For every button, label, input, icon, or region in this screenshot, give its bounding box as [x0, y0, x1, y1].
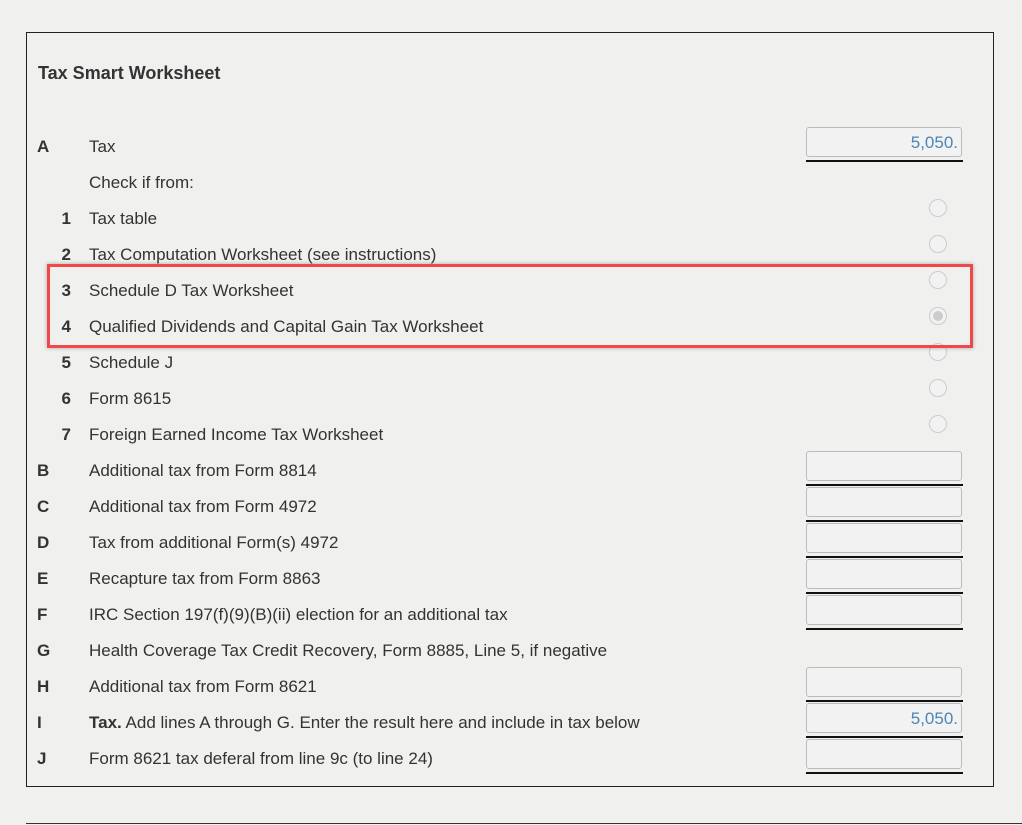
amount-input[interactable]: 5,050. — [806, 703, 962, 733]
amount-input[interactable] — [806, 487, 962, 517]
line-label: Tax Computation Worksheet (see instructi… — [89, 245, 436, 265]
worksheet-row: D Tax from additional Form(s) 4972 — [27, 523, 993, 560]
line-letter: C — [37, 497, 50, 516]
worksheet-row: 5 Schedule J — [27, 343, 993, 380]
line-label-text: Health Coverage Tax Credit Recovery, For… — [89, 641, 608, 660]
line-label-text: Schedule J — [89, 353, 174, 372]
amount-input[interactable] — [806, 451, 962, 481]
option-radio[interactable] — [929, 199, 947, 217]
line-label: Additional tax from Form 4972 — [89, 497, 317, 517]
line-label-text: Tax — [89, 137, 116, 156]
amount-underline — [806, 592, 963, 594]
line-letter: G — [37, 641, 51, 660]
worksheet-row: F IRC Section 197(f)(9)(B)(ii) election f… — [27, 595, 993, 632]
line-label: Form 8621 tax deferal from line 9c (to l… — [89, 749, 433, 769]
amount-underline — [806, 628, 963, 630]
amount-underline — [806, 556, 963, 558]
line-label-text: Additional tax from Form 8814 — [89, 461, 317, 480]
worksheet-row: I Tax. Add lines A through G. Enter the r… — [27, 703, 993, 740]
amount-input[interactable] — [806, 739, 962, 769]
worksheet-row: J Form 8621 tax deferal from line 9c (to … — [27, 739, 993, 776]
line-letter: E — [37, 569, 49, 588]
line-label: Tax. Add lines A through G. Enter the re… — [89, 713, 640, 733]
worksheet-row: 6 Form 8615 — [27, 379, 993, 416]
option-radio[interactable] — [929, 379, 947, 397]
option-number: 7 — [61, 425, 71, 444]
divider — [26, 823, 1022, 824]
line-letter: A — [37, 137, 50, 156]
amount-input[interactable] — [806, 595, 962, 625]
line-letter: J — [37, 749, 47, 768]
line-label-text: Additional tax from Form 8621 — [89, 677, 317, 696]
line-label-text: IRC Section 197(f)(9)(B)(ii) election fo… — [89, 605, 508, 624]
amount-input[interactable] — [806, 523, 962, 553]
line-label: Foreign Earned Income Tax Worksheet — [89, 425, 383, 445]
line-label: Additional tax from Form 8814 — [89, 461, 317, 481]
line-label-bold: Tax. — [89, 713, 122, 732]
highlight-annotation-box — [47, 264, 973, 348]
worksheet-row: Check if from: — [27, 164, 993, 200]
worksheet-row: C Additional tax from Form 4972 — [27, 487, 993, 524]
line-label-text: Foreign Earned Income Tax Worksheet — [89, 425, 384, 444]
amount-underline — [806, 772, 963, 774]
option-radio[interactable] — [929, 415, 947, 433]
amount-underline — [806, 520, 963, 522]
line-label-text: Tax table — [89, 209, 158, 228]
line-letter: B — [37, 461, 50, 480]
line-label: Additional tax from Form 8621 — [89, 677, 317, 697]
line-label-text: Check if from: — [89, 173, 194, 192]
option-number: 1 — [61, 209, 71, 228]
amount-input[interactable] — [806, 559, 962, 589]
worksheet-row: H Additional tax from Form 8621 — [27, 667, 993, 704]
worksheet-row: B Additional tax from Form 8814 — [27, 451, 993, 488]
worksheet-row: 1 Tax table — [27, 199, 993, 236]
option-number: 5 — [61, 353, 71, 372]
line-letter: F — [37, 605, 48, 624]
line-label: IRC Section 197(f)(9)(B)(ii) election fo… — [89, 605, 508, 625]
line-label: Tax table — [89, 209, 157, 229]
line-letter: H — [37, 677, 50, 696]
worksheet-rows: A Tax 5,050. Check if from: 1 Tax table 2 Tax C… — [27, 127, 993, 776]
amount-underline — [806, 484, 963, 486]
line-label-text: Tax from additional Form(s) 4972 — [89, 533, 339, 552]
line-label-text: Recapture tax from Form 8863 — [89, 569, 321, 588]
line-label-text: Form 8615 — [89, 389, 172, 408]
worksheet-row: E Recapture tax from Form 8863 — [27, 559, 993, 596]
worksheet-row: G Health Coverage Tax Credit Recovery, Fo… — [27, 632, 993, 668]
line-label-text: Tax Computation Worksheet (see instructi… — [89, 245, 437, 264]
line-label: Tax from additional Form(s) 4972 — [89, 533, 338, 553]
line-letter: D — [37, 533, 50, 552]
line-letter: I — [37, 713, 42, 732]
option-number: 2 — [61, 245, 71, 264]
option-radio[interactable] — [929, 235, 947, 253]
line-label-text: Add lines A through G. Enter the result … — [121, 713, 640, 732]
amount-underline — [806, 700, 963, 702]
line-label: Schedule J — [89, 353, 173, 373]
tax-smart-worksheet-panel: Tax Smart Worksheet A Tax 5,050. Check if f… — [26, 32, 994, 787]
worksheet-row: 7 Foreign Earned Income Tax Worksheet — [27, 415, 993, 452]
worksheet-title: Tax Smart Worksheet — [38, 63, 221, 83]
line-label-text: Form 8621 tax deferal from line 9c (to l… — [89, 749, 433, 768]
amount-input[interactable] — [806, 667, 962, 697]
line-label: Recapture tax from Form 8863 — [89, 569, 320, 589]
line-label: Form 8615 — [89, 389, 171, 409]
amount-underline — [806, 160, 963, 162]
amount-input[interactable]: 5,050. — [806, 127, 962, 157]
line-label-text: Additional tax from Form 4972 — [89, 497, 317, 516]
amount-underline — [806, 736, 963, 738]
option-number: 6 — [61, 389, 71, 408]
line-label: Health Coverage Tax Credit Recovery, For… — [89, 641, 607, 661]
line-label: Tax — [89, 137, 115, 157]
line-label: Check if from: — [89, 173, 194, 193]
worksheet-row: A Tax 5,050. — [27, 127, 993, 164]
